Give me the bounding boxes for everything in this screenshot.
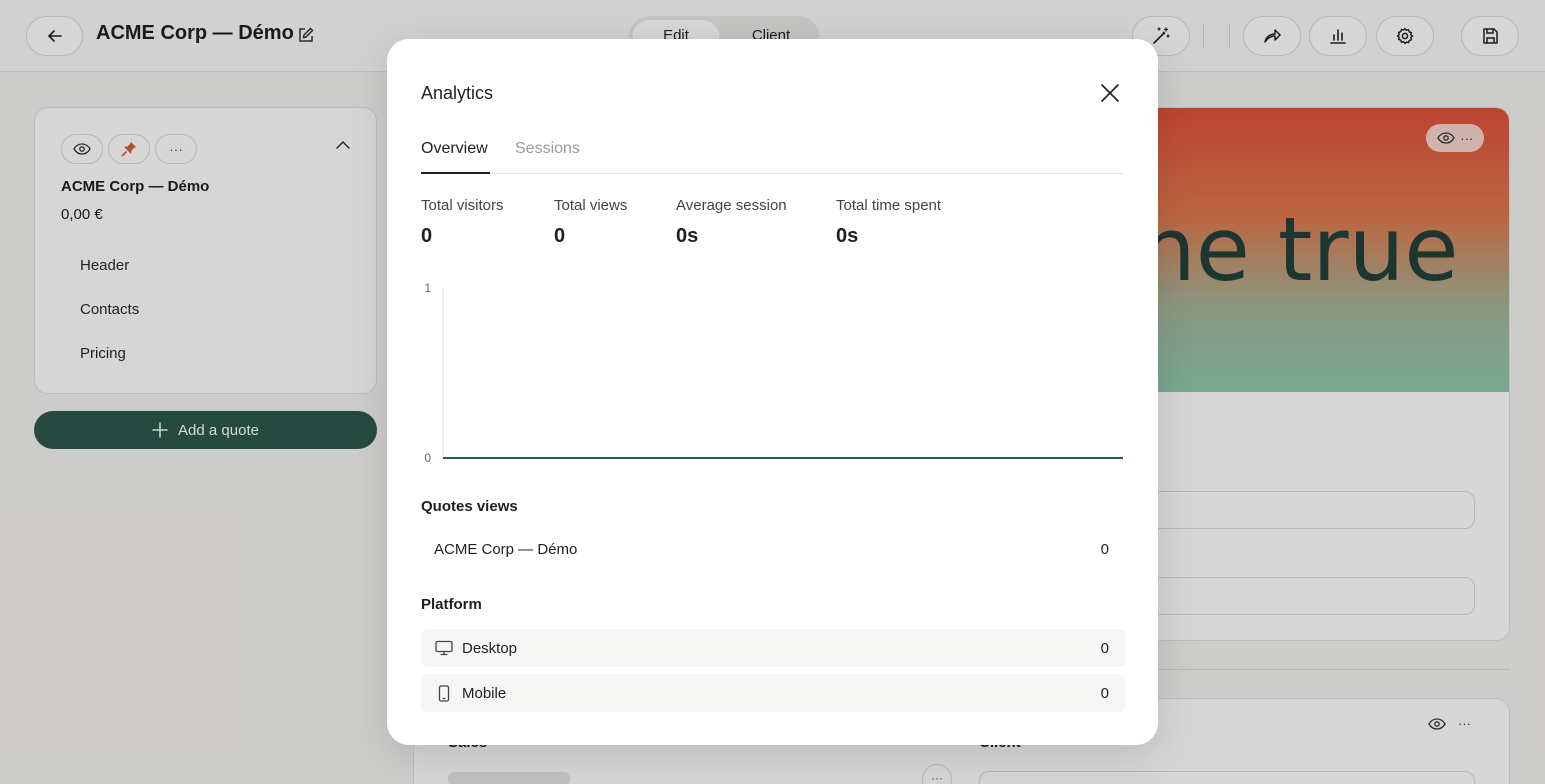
tab-sessions[interactable]: Sessions [515, 140, 580, 158]
close-button[interactable] [1099, 82, 1121, 104]
platform-label-mobile: Mobile [462, 684, 507, 702]
platform-label-desktop: Desktop [462, 639, 518, 657]
quotes-views-heading: Quotes views [421, 498, 518, 515]
metric-label-avg-session: Average session [676, 197, 787, 214]
metric-label-visitors: Total visitors [421, 197, 504, 214]
y-tick-label: 0 [424, 451, 431, 465]
platform-value-mobile: 0 [1100, 684, 1109, 702]
close-icon [1101, 84, 1119, 102]
visits-chart: 10 [424, 281, 1123, 465]
platform-heading: Platform [421, 596, 482, 613]
tabs-divider [421, 173, 1123, 174]
metric-value-avg-session: 0s [676, 225, 699, 247]
mobile-icon [435, 684, 453, 702]
metric-label-time-spent: Total time spent [836, 197, 942, 214]
y-tick-label: 1 [424, 281, 431, 295]
platform-row-desktop: Desktop 0 [421, 629, 1125, 667]
metric-value-visitors: 0 [421, 225, 433, 247]
metric-value-time-spent: 0s [836, 225, 859, 247]
analytics-modal: Analytics Overview Sessions Total visito… [387, 39, 1158, 745]
monitor-icon [435, 640, 453, 656]
platform-row-mobile: Mobile 0 [421, 674, 1125, 712]
metric-value-views: 0 [554, 225, 566, 247]
active-tab-indicator [421, 172, 490, 174]
quotes-views-row: ACME Corp — Démo 0 [421, 530, 1125, 568]
quote-views-count: 0 [1100, 540, 1109, 558]
quote-name: ACME Corp — Démo [434, 540, 578, 558]
tab-overview[interactable]: Overview [421, 140, 488, 158]
metric-label-views: Total views [554, 197, 628, 214]
platform-value-desktop: 0 [1100, 639, 1109, 657]
modal-title: Analytics [421, 83, 494, 103]
